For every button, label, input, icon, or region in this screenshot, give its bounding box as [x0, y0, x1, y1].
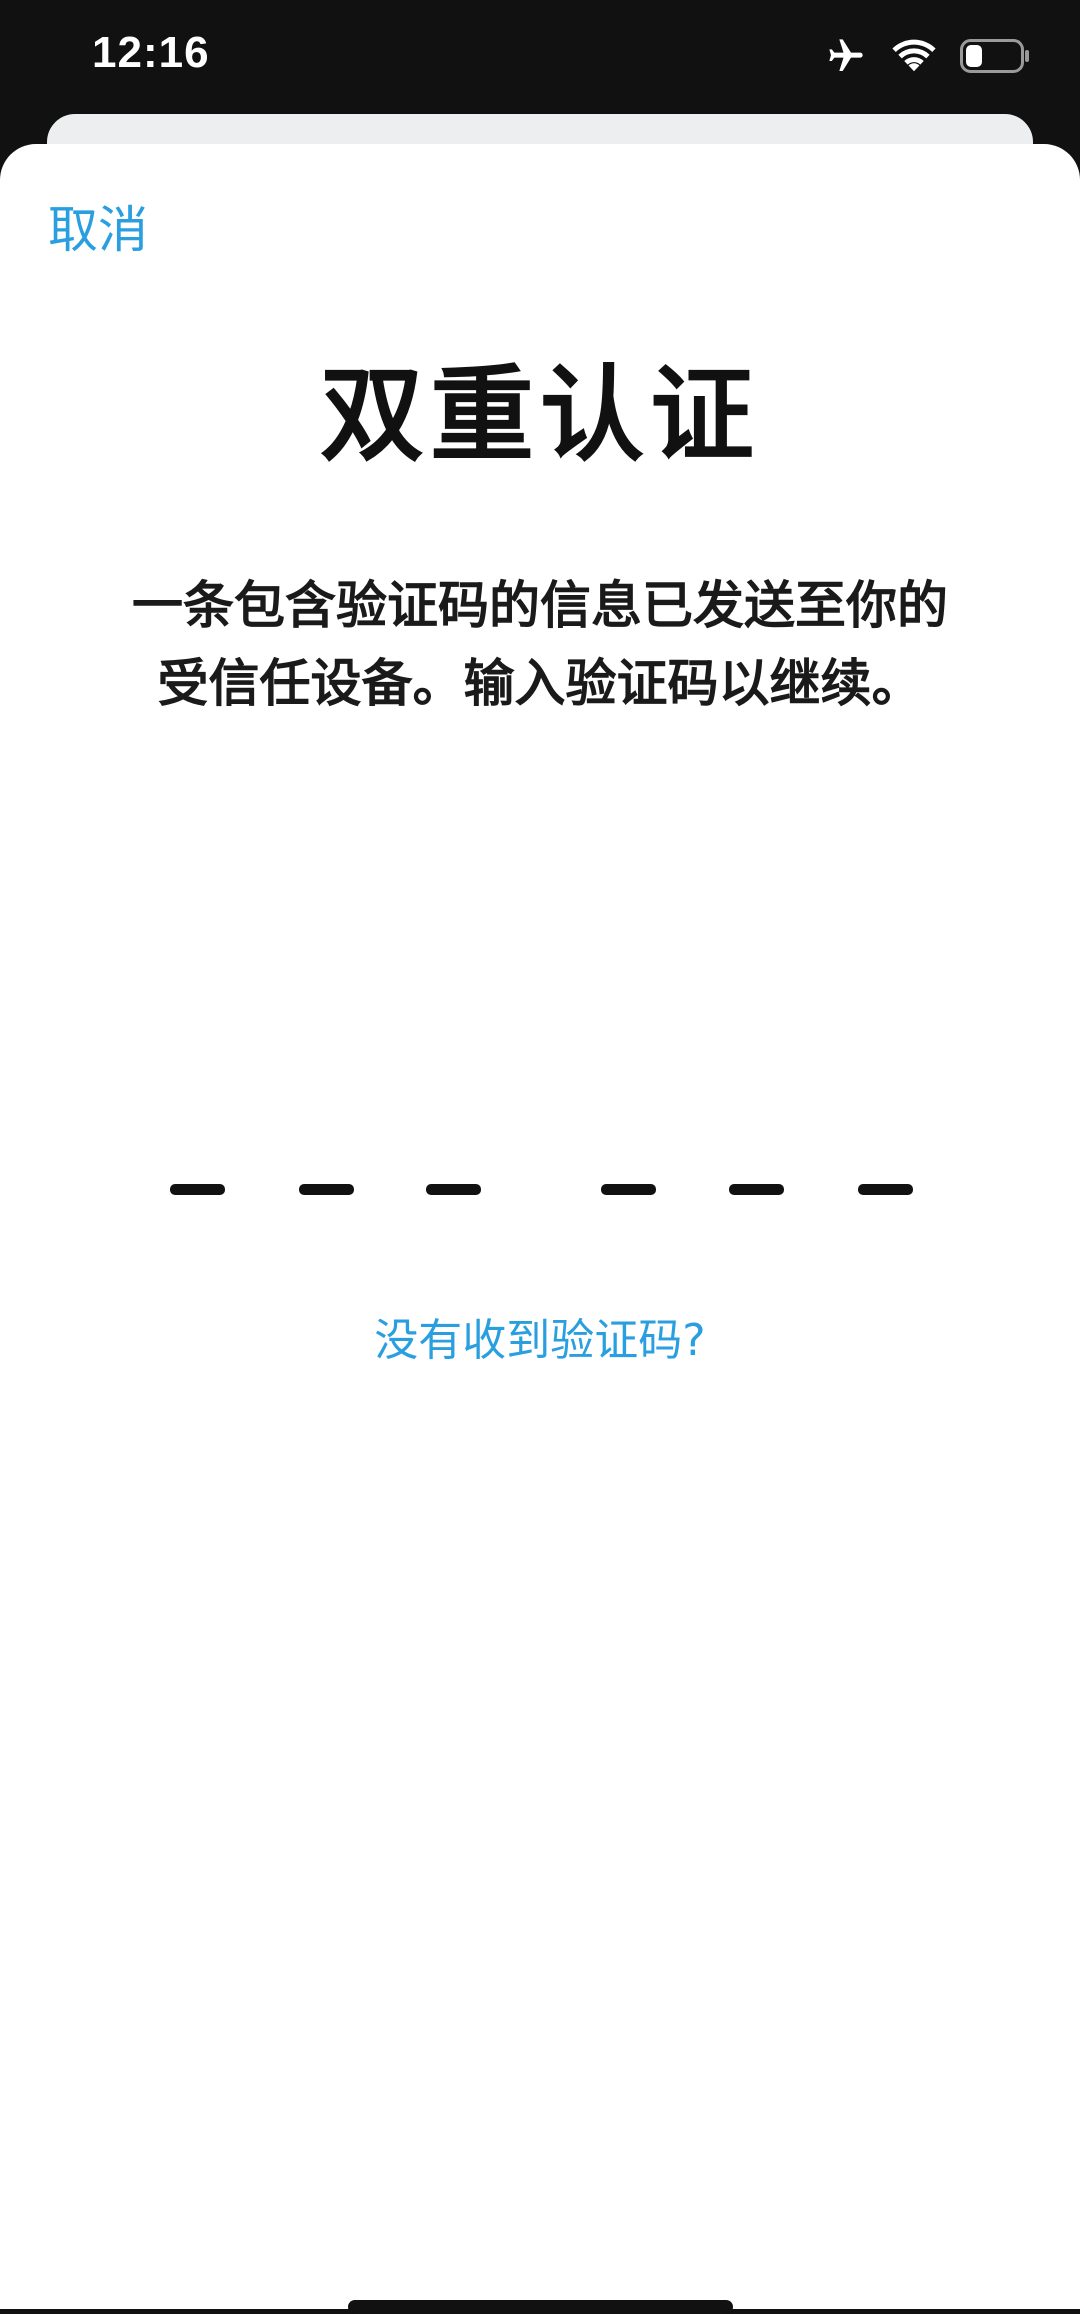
- cancel-button[interactable]: 取消: [48, 190, 148, 262]
- code-digit-slot: [426, 1184, 481, 1195]
- resend-code-link[interactable]: 没有收到验证码?: [0, 1304, 1080, 1368]
- wifi-icon: [892, 38, 936, 74]
- home-indicator: [348, 2300, 733, 2314]
- airplane-mode-icon: [824, 36, 868, 76]
- code-digit-slot: [601, 1184, 656, 1195]
- code-digit-slot: [729, 1184, 784, 1195]
- status-bar: 12:16: [0, 0, 1080, 118]
- status-icons: [824, 36, 1030, 76]
- description-text: 一条包含验证码的信息已发送至你的受信任设备。输入验证码以继续。: [131, 577, 948, 714]
- battery-level-fill: [966, 45, 982, 67]
- code-digit-slot: [170, 1184, 225, 1195]
- status-time: 12:16: [92, 28, 210, 77]
- code-digit-slot: [858, 1184, 913, 1195]
- two-factor-sheet: 取消 双重认证 一条包含验证码的信息已发送至你的受信任设备。输入验证码以继续。 …: [0, 144, 1080, 2309]
- battery-icon: [960, 39, 1030, 73]
- page-title: 双重认证: [319, 354, 760, 476]
- verification-code-input[interactable]: [0, 1180, 1080, 1210]
- code-digit-slot: [299, 1184, 354, 1195]
